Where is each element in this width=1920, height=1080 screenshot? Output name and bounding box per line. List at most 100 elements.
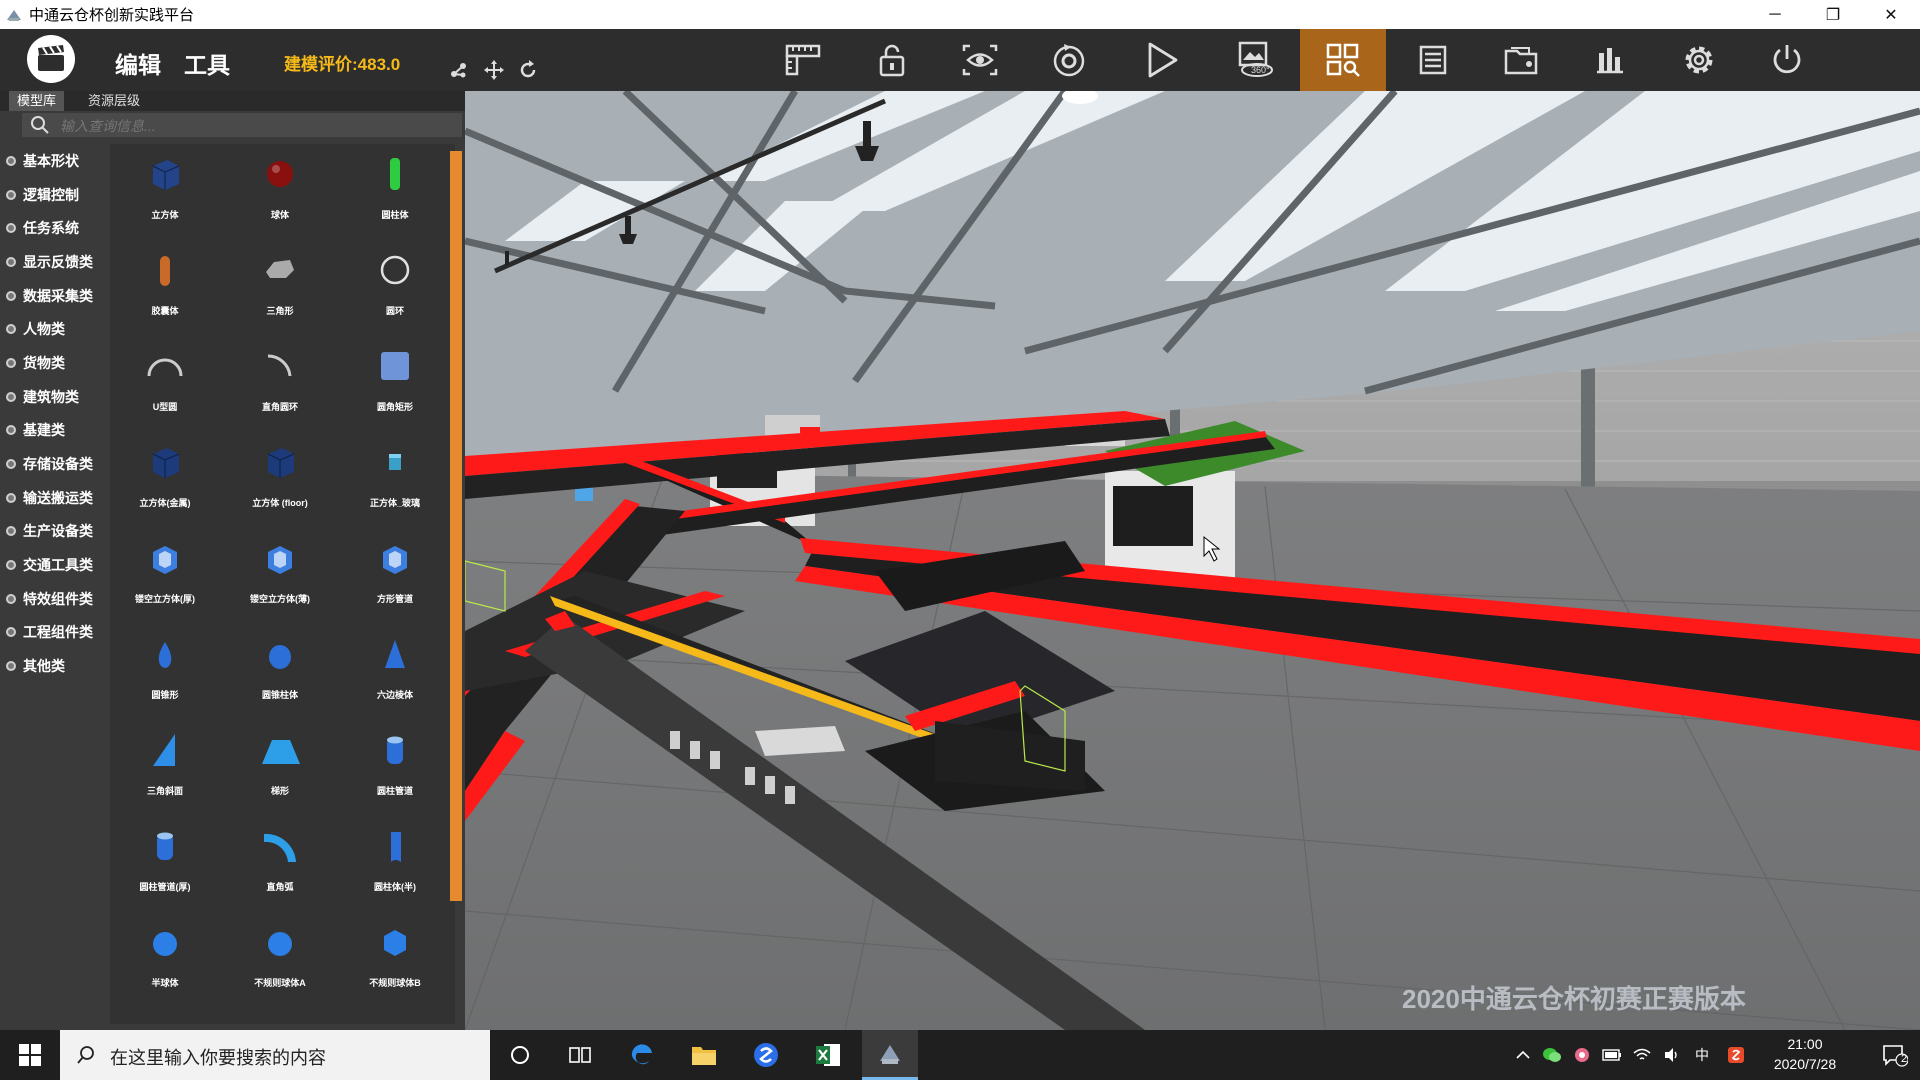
category-item[interactable]: 交通工具类 [0, 548, 110, 582]
app-logo[interactable] [27, 35, 75, 83]
play-button[interactable] [1119, 29, 1205, 91]
platform-app-button[interactable] [862, 1030, 918, 1080]
view-button[interactable] [937, 29, 1023, 91]
explorer-button[interactable] [676, 1030, 732, 1080]
model-item[interactable]: 半球体 [110, 912, 220, 1008]
tray-chevron[interactable] [1512, 1030, 1534, 1080]
cube-model-icon [152, 448, 180, 478]
tray-input-method[interactable]: 中 [1690, 1030, 1714, 1080]
category-item[interactable]: 生产设备类 [0, 515, 110, 549]
3d-viewport[interactable]: 2020中通云仓杯初赛正赛版本 [465, 91, 1920, 1030]
edge-button[interactable] [614, 1030, 670, 1080]
tray-network[interactable] [1630, 1030, 1654, 1080]
model-item[interactable]: 方形管道 [340, 528, 450, 624]
restore-button[interactable]: ❐ [1804, 0, 1862, 29]
cone-model-icon [385, 640, 405, 668]
excel-button[interactable] [800, 1030, 856, 1080]
category-item[interactable]: 人物类 [0, 312, 110, 346]
reset-button[interactable] [1026, 29, 1112, 91]
tray-volume[interactable] [1660, 1030, 1684, 1080]
cortana-button[interactable] [492, 1030, 548, 1080]
model-item[interactable]: 圆柱管道(厚) [110, 816, 220, 912]
tab-resource-hierarchy[interactable]: 资源层级 [80, 91, 148, 111]
category-item[interactable]: 数据采集类 [0, 279, 110, 313]
tray-app[interactable] [1570, 1030, 1594, 1080]
model-item[interactable]: 圆环 [340, 240, 450, 336]
model-item[interactable]: 不规则球体B [340, 912, 450, 1008]
category-item[interactable]: 任务系统 [0, 211, 110, 245]
taskbar-search[interactable]: 在这里输入你要搜索的内容 [60, 1030, 490, 1080]
category-item[interactable]: 特效组件类 [0, 582, 110, 616]
notification-center[interactable]: 2 [1870, 1030, 1920, 1080]
category-item[interactable]: 货物类 [0, 346, 110, 380]
model-item[interactable]: 立方体 (floor) [225, 432, 335, 528]
model-item[interactable]: 梯形 [225, 720, 335, 816]
category-label: 逻辑控制 [23, 186, 79, 203]
category-item[interactable]: 基建类 [0, 414, 110, 448]
model-item[interactable]: 圆锥形 [110, 624, 220, 720]
category-item[interactable]: 其他类 [0, 649, 110, 683]
list-button[interactable] [1390, 29, 1476, 91]
category-item[interactable]: 基本形状 [0, 144, 110, 178]
tab-model-library[interactable]: 模型库 [9, 91, 65, 111]
model-item[interactable]: 胶囊体 [110, 240, 220, 336]
menu-edit[interactable]: 编辑 [115, 46, 161, 80]
folder-button[interactable] [1479, 29, 1565, 91]
power-icon [1773, 45, 1801, 74]
menu-tools[interactable]: 工具 [184, 46, 230, 80]
view-360-button[interactable]: 360° [1212, 29, 1298, 91]
rotate-icon[interactable] [517, 59, 539, 81]
category-item[interactable]: 显示反馈类 [0, 245, 110, 279]
model-item[interactable]: 不规则球体A [225, 912, 335, 1008]
move-arrows-icon[interactable] [483, 59, 505, 81]
lock-button[interactable] [849, 29, 935, 91]
model-item[interactable]: 镂空立方体(厚) [110, 528, 220, 624]
model-item[interactable]: 镂空立方体(薄) [225, 528, 335, 624]
model-item[interactable]: 直角圆环 [225, 336, 335, 432]
minimize-button[interactable]: ─ [1746, 0, 1804, 29]
model-item[interactable]: 六边棱体 [340, 624, 450, 720]
model-item[interactable]: 圆柱体 [340, 144, 450, 240]
model-search [22, 113, 462, 137]
edge-icon [631, 1044, 652, 1065]
model-item[interactable]: U型圆 [110, 336, 220, 432]
model-item[interactable]: 正方体_玻璃 [340, 432, 450, 528]
model-item[interactable]: 圆锥柱体 [225, 624, 335, 720]
model-label: 梯形 [270, 786, 289, 796]
model-label: 直角圆环 [261, 402, 298, 412]
tray-battery[interactable] [1600, 1030, 1624, 1080]
category-item[interactable]: 输送搬运类 [0, 481, 110, 515]
tray-wechat[interactable] [1540, 1030, 1564, 1080]
search-input[interactable] [58, 115, 452, 137]
power-button[interactable] [1744, 29, 1830, 91]
category-item[interactable]: 建筑物类 [0, 380, 110, 414]
category-label: 其他类 [23, 658, 65, 675]
sogou-button[interactable] [738, 1030, 794, 1080]
close-button[interactable]: ✕ [1862, 0, 1920, 29]
chart-button[interactable] [1567, 29, 1653, 91]
category-item[interactable]: 逻辑控制 [0, 178, 110, 212]
category-item[interactable]: 存储设备类 [0, 447, 110, 481]
model-item[interactable]: 球体 [225, 144, 335, 240]
category-label: 特效组件类 [23, 590, 93, 607]
start-button[interactable] [0, 1030, 60, 1080]
settings-button[interactable] [1656, 29, 1742, 91]
model-item[interactable]: 立方体(金属) [110, 432, 220, 528]
model-item[interactable]: 三角形 [225, 240, 335, 336]
model-item[interactable]: 圆角矩形 [340, 336, 450, 432]
model-item[interactable]: 圆柱体(半) [340, 816, 450, 912]
ruler-button[interactable] [760, 29, 846, 91]
scrollbar[interactable] [450, 151, 462, 901]
category-item[interactable]: 工程组件类 [0, 616, 110, 650]
model-item[interactable]: 立方体 [110, 144, 220, 240]
grid-search-button[interactable] [1300, 29, 1386, 91]
model-item[interactable]: 直角弧 [225, 816, 335, 912]
curve-model-icon [264, 833, 296, 862]
model-item[interactable]: 三角斜面 [110, 720, 220, 816]
model-item[interactable]: 圆柱管道 [340, 720, 450, 816]
taskbar-search-placeholder: 在这里输入你要搜索的内容 [110, 1048, 326, 1068]
move-node-icon[interactable] [448, 59, 470, 81]
task-view-button[interactable] [552, 1030, 608, 1080]
clock[interactable]: 21:00 2020/7/28 [1745, 1034, 1865, 1074]
sphere-model-icon [267, 161, 293, 187]
